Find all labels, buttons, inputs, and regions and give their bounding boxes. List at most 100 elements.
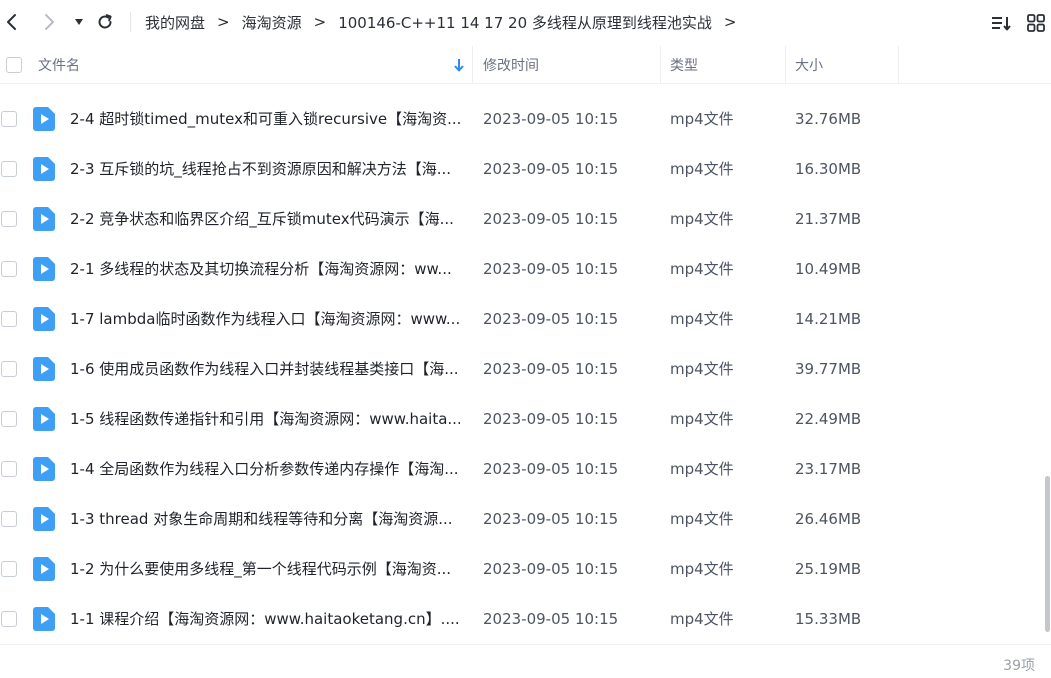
video-file-icon: [33, 457, 55, 481]
history-dropdown-button[interactable]: [67, 10, 91, 34]
file-type: mp4文件: [670, 210, 734, 228]
column-divider[interactable]: [660, 46, 661, 84]
file-name[interactable]: 2-2 竞争状态和临界区介绍_互斥锁mutex代码演示【海...: [70, 194, 460, 244]
row-checkbox[interactable]: [1, 611, 17, 627]
view-mode-button[interactable]: [1024, 11, 1048, 35]
table-row[interactable]: 2-2 竞争状态和临界区介绍_互斥锁mutex代码演示【海... 2023-09…: [0, 194, 1051, 244]
file-modified: 2023-09-05 10:15: [483, 560, 619, 578]
row-checkbox[interactable]: [1, 361, 17, 377]
select-all-checkbox[interactable]: [6, 57, 22, 73]
file-size: 16.30MB: [795, 160, 862, 178]
breadcrumb-item-current-folder[interactable]: 100146-C++11 14 17 20 多线程从原理到线程池实战: [338, 12, 712, 33]
file-name[interactable]: 1-4 全局函数作为线程入口分析参数传递内存操作【海淘...: [70, 444, 460, 494]
table-row[interactable]: 2-4 超时锁timed_mutex和可重入锁recursive【海淘资... …: [0, 94, 1051, 144]
file-size: 10.49MB: [795, 260, 862, 278]
sort-direction-indicator[interactable]: [453, 46, 465, 84]
row-checkbox[interactable]: [1, 161, 17, 177]
back-button[interactable]: [0, 10, 24, 34]
video-file-icon: [33, 557, 55, 581]
sort-menu-button[interactable]: [989, 11, 1013, 35]
row-checkbox[interactable]: [1, 111, 17, 127]
file-modified: 2023-09-05 10:15: [483, 460, 619, 478]
breadcrumb-item-my-drive[interactable]: 我的网盘: [145, 12, 205, 33]
chevron-right-icon: [45, 14, 54, 30]
row-checkbox[interactable]: [1, 211, 17, 227]
file-modified: 2023-09-05 10:15: [483, 360, 619, 378]
file-size: 22.49MB: [795, 410, 862, 428]
file-modified: 2023-09-05 10:15: [483, 260, 619, 278]
file-size: 21.37MB: [795, 210, 862, 228]
row-checkbox[interactable]: [1, 561, 17, 577]
column-divider[interactable]: [785, 46, 786, 84]
table-row[interactable]: 1-4 全局函数作为线程入口分析参数传递内存操作【海淘... 2023-09-0…: [0, 444, 1051, 494]
file-modified: 2023-09-05 10:15: [483, 510, 619, 528]
column-header-size[interactable]: 大小: [795, 46, 823, 84]
file-type: mp4文件: [670, 110, 734, 128]
table-header: 文件名 修改时间 类型 大小: [0, 46, 1051, 84]
file-size: 23.17MB: [795, 460, 862, 478]
file-name[interactable]: 1-2 为什么要使用多线程_第一个线程代码示例【海淘资...: [70, 544, 460, 594]
file-type: mp4文件: [670, 260, 734, 278]
file-modified: 2023-09-05 10:15: [483, 410, 619, 428]
scrollbar-thumb[interactable]: [1045, 476, 1050, 632]
file-size: 15.33MB: [795, 610, 862, 628]
refresh-icon: [98, 14, 112, 29]
file-name[interactable]: 1-7 lambda临时函数作为线程入口【海淘资源网：www....: [70, 294, 460, 344]
file-name[interactable]: 1-5 线程函数传递指针和引用【海淘资源网：www.haita...: [70, 394, 460, 444]
column-divider[interactable]: [898, 46, 899, 84]
file-type: mp4文件: [670, 360, 734, 378]
file-type: mp4文件: [670, 610, 734, 628]
video-file-icon: [33, 107, 55, 131]
table-row[interactable]: 1-1 课程介绍【海淘资源网：www.haitaoketang.cn】.... …: [0, 594, 1051, 644]
breadcrumb-separator: >: [217, 13, 230, 31]
file-type: mp4文件: [670, 510, 734, 528]
row-checkbox[interactable]: [1, 461, 17, 477]
file-type: mp4文件: [670, 160, 734, 178]
file-modified: 2023-09-05 10:15: [483, 210, 619, 228]
item-count: 39项: [1003, 658, 1035, 674]
file-list: 2-4 超时锁timed_mutex和可重入锁recursive【海淘资... …: [0, 94, 1051, 644]
file-type: mp4文件: [670, 310, 734, 328]
file-size: 25.19MB: [795, 560, 862, 578]
chevron-left-icon: [7, 14, 16, 30]
file-type: mp4文件: [670, 410, 734, 428]
breadcrumb-separator: >: [313, 13, 327, 31]
breadcrumb-item-haitao-resources[interactable]: 海淘资源: [242, 12, 302, 33]
refresh-button[interactable]: [93, 10, 117, 34]
caret-down-icon: [75, 19, 83, 25]
file-name[interactable]: 1-1 课程介绍【海淘资源网：www.haitaoketang.cn】....: [70, 594, 460, 644]
forward-button[interactable]: [37, 10, 61, 34]
video-file-icon: [33, 307, 55, 331]
file-modified: 2023-09-05 10:15: [483, 310, 619, 328]
row-checkbox[interactable]: [1, 311, 17, 327]
row-checkbox[interactable]: [1, 511, 17, 527]
column-divider[interactable]: [472, 46, 473, 84]
table-row[interactable]: 1-2 为什么要使用多线程_第一个线程代码示例【海淘资... 2023-09-0…: [0, 544, 1051, 594]
table-row[interactable]: 1-3 thread 对象生命周期和线程等待和分离【海淘资源... 2023-0…: [0, 494, 1051, 544]
row-checkbox[interactable]: [1, 411, 17, 427]
table-row[interactable]: 2-3 互斥锁的坑_线程抢占不到资源原因和解决方法【海... 2023-09-0…: [0, 144, 1051, 194]
table-row[interactable]: 1-6 使用成员函数作为线程入口并封装线程基类接口【海... 2023-09-0…: [0, 344, 1051, 394]
column-header-type[interactable]: 类型: [670, 46, 698, 84]
file-size: 32.76MB: [795, 110, 862, 128]
column-header-modified[interactable]: 修改时间: [483, 46, 539, 84]
column-header-name[interactable]: 文件名: [38, 46, 80, 84]
toolbar: 我的网盘 > 海淘资源 > 100146-C++11 14 17 20 多线程从…: [0, 0, 1051, 44]
file-name[interactable]: 2-4 超时锁timed_mutex和可重入锁recursive【海淘资...: [70, 94, 460, 144]
arrow-down-icon: [454, 59, 464, 72]
table-row[interactable]: 1-7 lambda临时函数作为线程入口【海淘资源网：www.... 2023-…: [0, 294, 1051, 344]
file-size: 39.77MB: [795, 360, 862, 378]
table-row[interactable]: 1-5 线程函数传递指针和引用【海淘资源网：www.haita... 2023-…: [0, 394, 1051, 444]
table-row[interactable]: 2-1 多线程的状态及其切换流程分析【海淘资源网：ww... 2023-09-0…: [0, 244, 1051, 294]
grid-view-icon: [1027, 14, 1045, 32]
file-name[interactable]: 2-3 互斥锁的坑_线程抢占不到资源原因和解决方法【海...: [70, 144, 460, 194]
video-file-icon: [33, 607, 55, 631]
file-type: mp4文件: [670, 560, 734, 578]
sort-list-icon: [992, 17, 1011, 31]
row-checkbox[interactable]: [1, 261, 17, 277]
file-name[interactable]: 1-3 thread 对象生命周期和线程等待和分离【海淘资源...: [70, 494, 460, 544]
file-modified: 2023-09-05 10:15: [483, 610, 619, 628]
file-name[interactable]: 1-6 使用成员函数作为线程入口并封装线程基类接口【海...: [70, 344, 460, 394]
file-name[interactable]: 2-1 多线程的状态及其切换流程分析【海淘资源网：ww...: [70, 244, 460, 294]
file-modified: 2023-09-05 10:15: [483, 160, 619, 178]
